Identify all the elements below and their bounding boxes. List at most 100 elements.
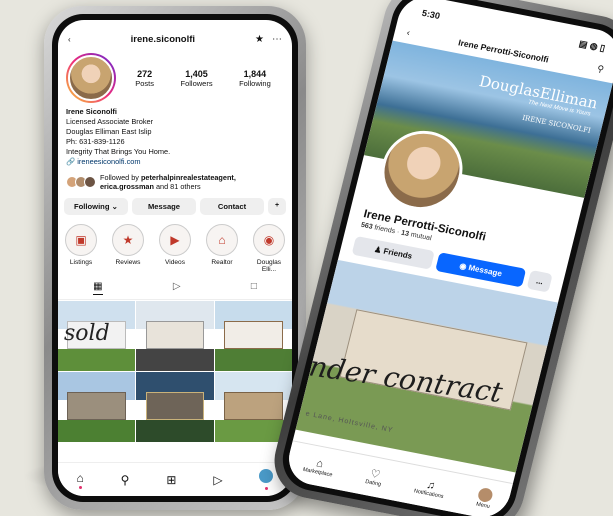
post-grid: sold — [58, 300, 292, 443]
post-thumbnail[interactable]: sold — [58, 301, 136, 371]
story-highlights: ▣ Listings ★ Reviews ▶ Videos ⌂ Realtor ◉ Dou… — [58, 218, 292, 275]
highlight-label: Videos — [164, 259, 186, 266]
followed-names2: erica.grossman — [100, 182, 154, 191]
photo-address: e Lane, Holtsville, NY — [304, 410, 394, 435]
stat-number: 1,844 — [243, 68, 267, 79]
followed-names: peterhalpinrealestateagent, — [140, 173, 236, 182]
add-user-icon: + — [274, 202, 280, 209]
followed-suffix: and 81 others — [153, 182, 201, 191]
avatar-photo — [68, 55, 114, 101]
nav-dating[interactable]: ♡ Dating — [365, 466, 385, 488]
contact-button[interactable]: Contact — [200, 198, 264, 215]
nav-notifications[interactable]: ♫ Notifications — [413, 476, 447, 499]
message-button[interactable]: Message — [132, 198, 196, 215]
avatar[interactable] — [66, 53, 116, 103]
phone-bezel: ‹ irene.siconolfi ★ ⋯ 272 Posts 1,405 Fo — [52, 14, 298, 502]
profile-stats: 272 Posts 1,405 Followers 1,844 Followin… — [122, 69, 284, 88]
mutual-count: 13 — [400, 229, 410, 238]
nav-label: Menu — [475, 501, 491, 510]
create-post-icon[interactable]: ⊞ — [166, 473, 176, 487]
profile-bio: Irene Siconolfi Licensed Associate Broke… — [58, 105, 292, 169]
search-icon[interactable]: ⚲ — [121, 473, 130, 487]
nav-marketplace[interactable]: ⌂ Marketplace — [302, 455, 336, 478]
phone-bezel: 5:30 ▤ ◍ ▯ ‹ Irene Perrotti-Siconolfi ⚲ … — [275, 0, 613, 516]
highlight-videos[interactable]: ▶ Videos — [157, 224, 193, 273]
post-thumbnail[interactable] — [58, 372, 136, 442]
highlight-douglas-elliman[interactable]: ◉ Douglas Elli... — [251, 224, 287, 273]
reels-tab-icon[interactable]: ▷ — [173, 281, 181, 295]
home-icon[interactable]: ⌂ — [76, 471, 84, 489]
stars-icon: ★ — [112, 224, 144, 256]
house-icon: ⌂ — [206, 224, 238, 256]
link-icon: 🔗 — [66, 157, 76, 166]
stat-number: 272 — [137, 68, 153, 79]
nav-menu[interactable]: Menu — [475, 486, 495, 510]
tagged-tab-icon[interactable]: □ — [251, 281, 257, 295]
stat-number: 1,405 — [185, 68, 208, 79]
grid-tab-icon[interactable]: ▦ — [93, 281, 103, 295]
post-thumbnail[interactable] — [136, 372, 214, 442]
stat-label: Posts — [135, 78, 154, 88]
highlight-label: Realtor — [211, 259, 233, 266]
post-thumbnail[interactable] — [136, 301, 214, 371]
facebook-phone: 5:30 ▤ ◍ ▯ ‹ Irene Perrotti-Siconolfi ⚲ … — [266, 0, 613, 516]
follower-avatars — [66, 176, 96, 188]
highlight-listings[interactable]: ▣ Listings — [63, 224, 99, 273]
content-tabs: ▦ ▷ □ — [58, 275, 292, 300]
search-icon[interactable]: ⚲ — [596, 63, 605, 75]
profile-header: 272 Posts 1,405 Followers 1,844 Followin… — [58, 49, 292, 105]
add-user-button[interactable]: + — [268, 198, 286, 215]
instagram-screen: ‹ irene.siconolfi ★ ⋯ 272 Posts 1,405 Fo — [58, 20, 292, 496]
personal-logo-text: IRENE SICONOLFI — [521, 113, 592, 135]
clapperboard-icon: ▶ — [159, 224, 191, 256]
highlight-realtor[interactable]: ⌂ Realtor — [204, 224, 240, 273]
notification-bell-icon[interactable]: ★ — [255, 34, 264, 45]
profile-actions: Following ⌄ Message Contact + — [58, 195, 292, 218]
instagram-phone: ‹ irene.siconolfi ★ ⋯ 272 Posts 1,405 Fo — [44, 6, 306, 510]
more-button[interactable]: ... — [526, 269, 553, 293]
friends-button-label: Friends — [382, 246, 414, 261]
bio-link[interactable]: 🔗 ireneesiconolfi.com — [66, 157, 284, 167]
stat-following[interactable]: 1,844 Following — [239, 69, 271, 88]
post-overlay-text: sold — [64, 321, 110, 346]
bio-link-text: ireneesiconolfi.com — [77, 157, 141, 166]
message-button-label: Message — [467, 263, 503, 279]
map-pin-icon: ◉ — [253, 224, 285, 256]
followed-by-text: Followed by peterhalpinrealestateagent, … — [100, 173, 236, 191]
bio-line: Licensed Associate Broker — [66, 117, 154, 126]
bottom-navigation: ⌂ ⚲ ⊞ ▷ — [58, 462, 292, 496]
back-arrow-icon[interactable]: ‹ — [406, 27, 411, 37]
bio-line: Douglas Elliman East Islip — [66, 127, 152, 136]
bio-tagline: Integrity That Brings You Home. — [66, 147, 171, 156]
following-button[interactable]: Following ⌄ — [64, 198, 128, 215]
bio-name: Irene Siconolfi — [66, 107, 117, 116]
profile-icon — [476, 486, 495, 504]
header-actions: ★ ⋯ — [255, 34, 282, 45]
stat-label: Following — [239, 78, 271, 88]
highlight-label: Reviews — [115, 259, 141, 266]
back-arrow-icon[interactable]: ‹ — [68, 35, 71, 44]
profile-icon[interactable] — [259, 469, 274, 490]
status-time: 5:30 — [420, 7, 442, 22]
instagram-header: ‹ irene.siconolfi ★ ⋯ — [58, 20, 292, 49]
followed-prefix: Followed by — [100, 173, 141, 182]
stat-posts[interactable]: 272 Posts — [135, 69, 154, 88]
chevron-down-icon: ⌄ — [111, 202, 118, 211]
highlight-reviews[interactable]: ★ Reviews — [110, 224, 146, 273]
more-options-icon[interactable]: ⋯ — [272, 34, 282, 45]
reels-icon[interactable]: ▷ — [213, 473, 222, 487]
messenger-icon: ◉ — [458, 261, 468, 272]
status-icons: ▤ ◍ ▯ — [577, 38, 607, 54]
stat-followers[interactable]: 1,405 Followers — [180, 69, 212, 88]
followed-by[interactable]: Followed by peterhalpinrealestateagent, … — [58, 169, 292, 195]
friends-icon: ♟ — [373, 244, 383, 255]
profile-username: irene.siconolfi — [130, 34, 196, 45]
bio-phone: Ph: 631-839-1126 — [66, 137, 125, 146]
highlight-label: Douglas Elli... — [256, 259, 282, 273]
highlight-label: Listings — [69, 259, 93, 266]
following-label: Following — [74, 202, 110, 211]
post-thumbnail[interactable] — [214, 301, 292, 371]
stat-label: Followers — [180, 78, 213, 88]
sign-icon: ▣ — [65, 224, 97, 256]
facebook-screen: 5:30 ▤ ◍ ▯ ‹ Irene Perrotti-Siconolfi ⚲ … — [283, 0, 613, 516]
